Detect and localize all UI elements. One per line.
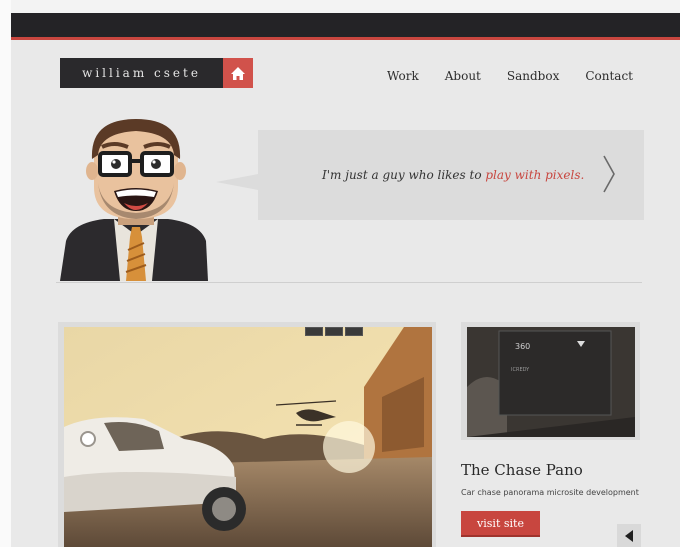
thumb-label-ready: ICREDY [511, 367, 530, 373]
intro-text-plain: I'm just a guy who likes to [322, 168, 486, 182]
nav-work[interactable]: Work [387, 69, 419, 83]
hero-control-2[interactable] [325, 327, 343, 336]
avatar-illustration [56, 115, 216, 281]
hero-control-1[interactable] [305, 327, 323, 336]
intro-text: I'm just a guy who likes to play with pi… [322, 168, 584, 182]
logo-name[interactable]: william csete [60, 58, 223, 88]
project-title: The Chase Pano [461, 461, 583, 479]
nav-sandbox[interactable]: Sandbox [507, 69, 559, 83]
intro-text-highlight: play with pixels. [485, 168, 585, 182]
arrow-left-icon[interactable] [617, 524, 641, 547]
hero-control-3[interactable] [345, 327, 363, 336]
project-thumbnail[interactable]: 360 ICREDY [467, 327, 635, 437]
visit-site-button[interactable]: visit site [461, 511, 540, 537]
section-divider [56, 282, 642, 283]
main-nav: Work About Sandbox Contact [387, 69, 633, 83]
nav-about[interactable]: About [445, 69, 481, 83]
project-description: Car chase panorama microsite development [461, 488, 639, 497]
hero-image[interactable] [64, 327, 432, 547]
home-icon[interactable] [223, 58, 253, 88]
site-logo[interactable]: william csete [60, 58, 253, 88]
thumb-label-360: 360 [515, 342, 530, 351]
chevron-right-icon[interactable] [598, 152, 620, 196]
top-bar [11, 13, 680, 40]
page-margin [0, 0, 11, 547]
hero-controls [305, 327, 363, 336]
nav-contact[interactable]: Contact [585, 69, 633, 83]
